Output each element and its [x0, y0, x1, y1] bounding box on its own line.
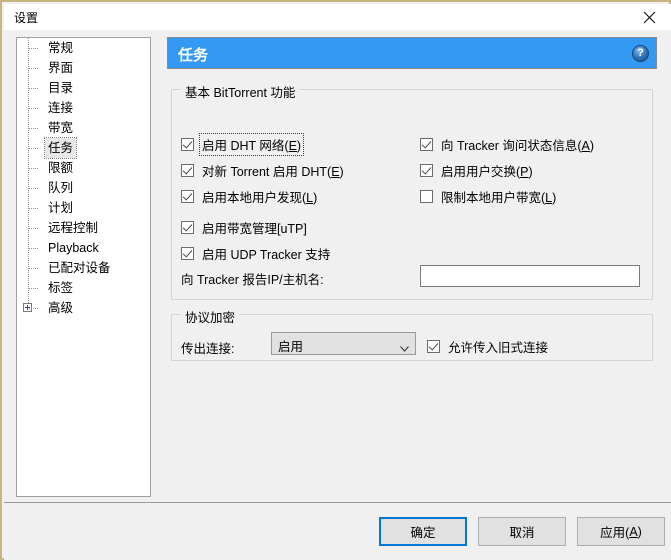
tracker-ip-label: 向 Tracker 报告IP/主机名: — [181, 273, 324, 287]
settings-nav-tree[interactable]: 常规 界面 目录 连接 带宽 任务 限额 队列 计划 远程控制 Playback… — [16, 37, 151, 497]
help-icon[interactable]: ? — [632, 45, 649, 62]
page-banner: 任务 ? — [167, 37, 657, 69]
title-bar: 设置 — [4, 4, 671, 30]
checkbox-label: 向 Tracker 询问状态信息(A) — [441, 138, 595, 153]
page-title: 任务 — [178, 47, 209, 64]
sidebar-item-bandwidth[interactable]: 带宽 — [17, 118, 150, 138]
checkbox-box-icon — [181, 220, 194, 234]
checkbox-label: 允许传入旧式连接 — [448, 340, 549, 355]
outgoing-connection-label: 传出连接: — [181, 342, 235, 356]
sidebar-item-connection[interactable]: 连接 — [17, 98, 150, 118]
sidebar-item-label: 已配对设备 — [48, 261, 111, 275]
sidebar-item-playback[interactable]: Playback — [17, 238, 150, 258]
sidebar-item-label: 限额 — [48, 161, 74, 175]
ok-button[interactable]: 确定 — [379, 517, 467, 546]
group-basic-title: 基本 BitTorrent 功能 — [181, 82, 300, 101]
checkbox-box-icon — [427, 339, 440, 353]
outgoing-connection-value: 启用 — [278, 340, 304, 354]
checkbox-box-icon — [181, 137, 194, 151]
sidebar-item-label: 任务 — [43, 137, 78, 159]
cancel-button[interactable]: 取消 — [478, 517, 566, 546]
sidebar-item-ui[interactable]: 界面 — [17, 58, 150, 78]
sidebar-item-bittorrent[interactable]: 任务 — [17, 137, 150, 159]
checkbox-box-icon — [181, 189, 194, 203]
dialog-body: 常规 界面 目录 连接 带宽 任务 限额 队列 计划 远程控制 Playback… — [4, 30, 671, 502]
sidebar-item-advanced[interactable]: 高级 — [17, 298, 150, 318]
checkbox-label: 启用 UDP Tracker 支持 — [202, 247, 331, 262]
settings-dialog: 设置 常规 界面 目录 连接 带宽 任务 限额 队列 计划 远程控制 Playb… — [0, 0, 671, 560]
checkbox-allow-incoming-legacy[interactable]: 允许传入旧式连接 — [427, 338, 550, 355]
checkbox-local-peer-discovery[interactable]: 启用本地用户发现(L) — [181, 188, 319, 205]
checkbox-limit-local-peer-bandwidth[interactable]: 限制本地用户带宽(L) — [420, 188, 558, 205]
apply-button[interactable]: 应用(A) — [577, 517, 665, 546]
checkbox-box-icon — [420, 163, 433, 177]
group-crypto-title: 协议加密 — [181, 307, 240, 326]
sidebar-item-quota[interactable]: 限额 — [17, 158, 150, 178]
sidebar-item-label: 计划 — [48, 201, 74, 215]
sidebar-item-remote[interactable]: 远程控制 — [17, 218, 150, 238]
checkbox-label: 启用 DHT 网络(E) — [198, 132, 305, 156]
settings-content: 任务 ? 基本 BitTorrent 功能 启用 DHT 网络(E) 对新 To… — [167, 37, 657, 497]
checkbox-label: 限制本地用户带宽(L) — [441, 190, 557, 205]
expand-plus-icon[interactable] — [23, 303, 32, 312]
sidebar-item-label: 常规 — [48, 41, 74, 55]
chevron-down-icon — [400, 341, 409, 352]
sidebar-item-directories[interactable]: 目录 — [17, 78, 150, 98]
tracker-ip-input[interactable] — [420, 265, 640, 287]
checkbox-box-icon — [420, 189, 433, 203]
sidebar-item-label: 带宽 — [48, 121, 74, 135]
checkbox-label: 启用用户交换(P) — [441, 164, 533, 179]
sidebar-item-label: 连接 — [48, 101, 74, 115]
close-button[interactable] — [627, 4, 671, 30]
checkbox-bandwidth-management-utp[interactable]: 启用带宽管理[uTP] — [181, 219, 309, 236]
sidebar-item-label: 标签 — [48, 281, 74, 295]
sidebar-item-paired-devices[interactable]: 已配对设备 — [17, 258, 150, 278]
close-icon — [643, 11, 656, 24]
checkbox-ask-tracker-scrape[interactable]: 向 Tracker 询问状态信息(A) — [420, 136, 596, 153]
sidebar-item-label: 界面 — [48, 61, 74, 75]
checkbox-box-icon — [181, 246, 194, 260]
checkbox-udp-tracker-support[interactable]: 启用 UDP Tracker 支持 — [181, 245, 332, 262]
sidebar-item-label: 队列 — [48, 181, 74, 195]
sidebar-item-label: 远程控制 — [48, 221, 99, 235]
checkbox-label: 对新 Torrent 启用 DHT(E) — [202, 164, 344, 179]
checkbox-dht-for-new-torrents[interactable]: 对新 Torrent 启用 DHT(E) — [181, 162, 346, 179]
sidebar-item-scheduler[interactable]: 计划 — [17, 198, 150, 218]
sidebar-item-labels[interactable]: 标签 — [17, 278, 150, 298]
checkbox-label: 启用带宽管理[uTP] — [202, 221, 307, 236]
checkbox-box-icon — [181, 163, 194, 177]
window-title: 设置 — [14, 11, 39, 25]
sidebar-item-label: 目录 — [48, 81, 74, 95]
sidebar-item-queue[interactable]: 队列 — [17, 178, 150, 198]
checkbox-box-icon — [420, 137, 433, 151]
checkbox-peer-exchange[interactable]: 启用用户交换(P) — [420, 162, 535, 179]
button-bar: 确定 取消 应用(A) — [4, 503, 671, 560]
sidebar-item-general[interactable]: 常规 — [17, 38, 150, 58]
checkbox-enable-dht[interactable]: 启用 DHT 网络(E) — [181, 132, 305, 156]
outgoing-connection-select[interactable]: 启用 — [271, 332, 416, 355]
sidebar-item-label: 高级 — [48, 301, 74, 315]
sidebar-item-label: Playback — [48, 241, 99, 255]
checkbox-label: 启用本地用户发现(L) — [202, 190, 318, 205]
